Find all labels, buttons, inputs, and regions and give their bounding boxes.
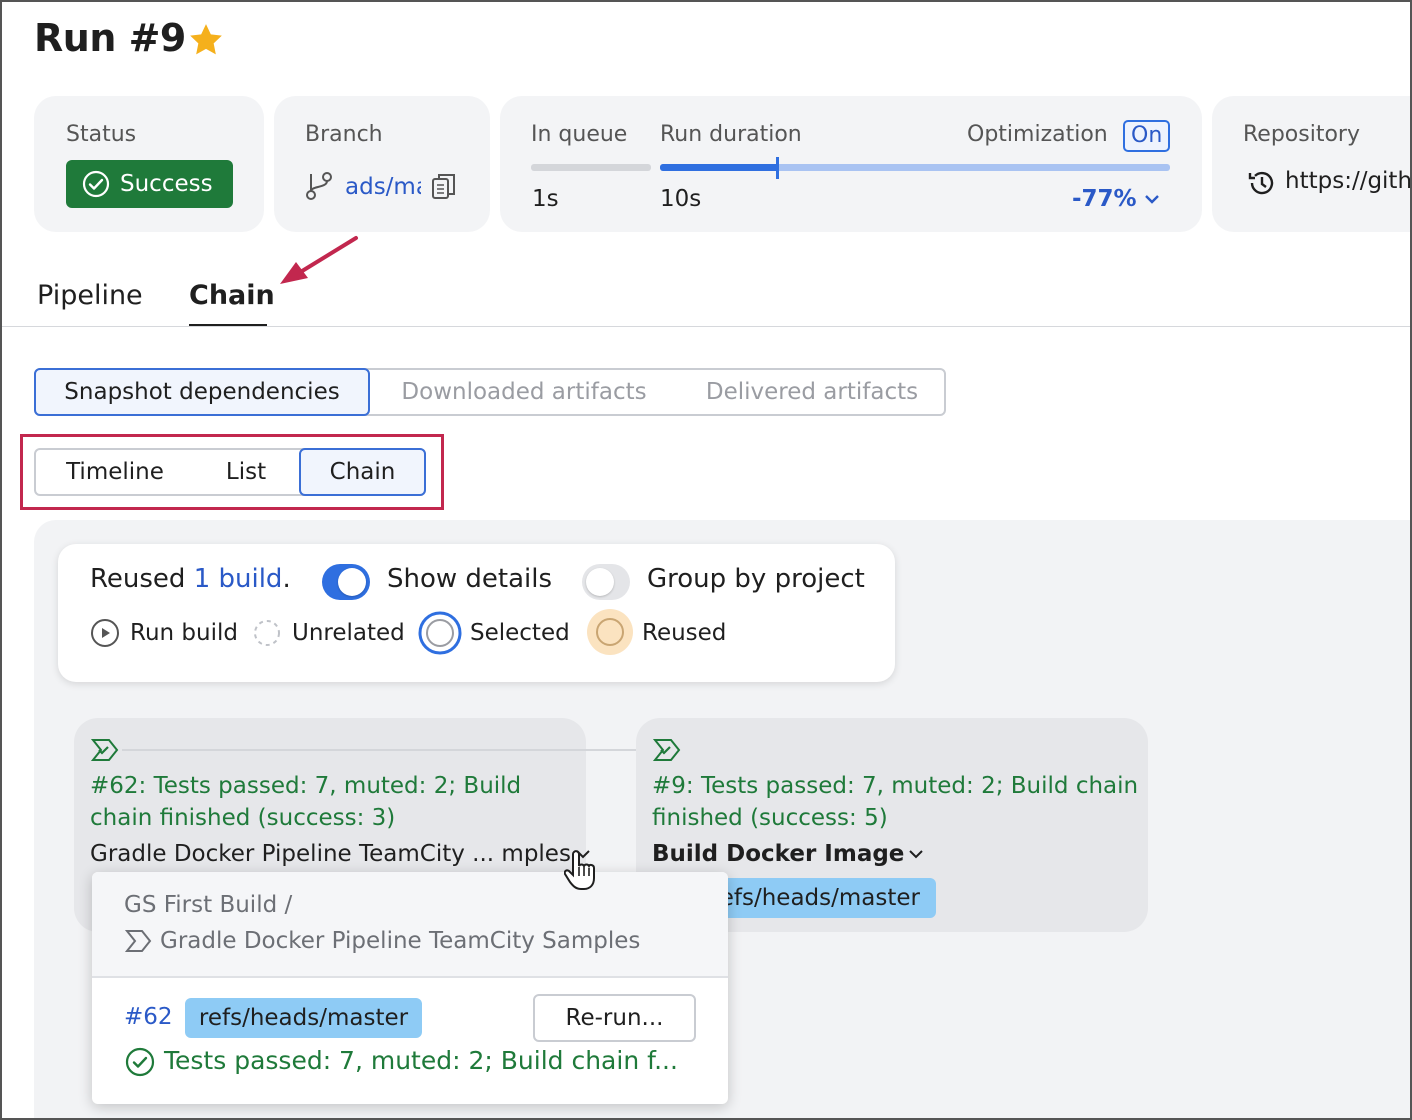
- in-queue-value: 1s: [532, 186, 559, 212]
- tab-pipeline[interactable]: Pipeline: [37, 280, 143, 311]
- reused-suffix: .: [282, 564, 291, 594]
- node-9-name-text: Build Docker Image: [652, 841, 905, 867]
- build-config-icon: [652, 739, 681, 761]
- branch-link[interactable]: ads/ma: [345, 174, 421, 200]
- node-connector: [122, 749, 654, 751]
- view-mode-switcher: Timeline List Chain: [34, 448, 426, 496]
- dependency-type-switcher: Snapshot dependencies Downloaded artifac…: [34, 368, 946, 416]
- repository-url[interactable]: https://gith: [1285, 168, 1410, 194]
- popup-header: [92, 872, 728, 978]
- branch-icon: [306, 172, 332, 200]
- selected-circle-icon: [418, 611, 462, 655]
- branch-card: [274, 96, 490, 232]
- tabs-divider: [0, 326, 1412, 327]
- node-62-status-line1: #62: Tests passed: 7, muted: 2; Build: [90, 773, 522, 799]
- node-62-status-line2: chain finished (success: 3): [90, 805, 396, 831]
- node-9-name[interactable]: Build Docker Image: [652, 838, 924, 870]
- status-badge: Success: [66, 160, 233, 208]
- status-text: Success: [120, 171, 213, 197]
- legend-selected: Selected: [470, 620, 570, 646]
- check-circle-icon: [125, 1047, 155, 1077]
- dashed-circle-icon: [254, 620, 280, 646]
- run-duration-label: Run duration: [660, 122, 802, 147]
- optimization-delta-value: -77%: [1072, 186, 1137, 212]
- show-details-label: Show details: [387, 564, 553, 594]
- group-by-project-label: Group by project: [647, 564, 865, 594]
- node-9-status-line2: finished (success: 5): [652, 805, 888, 831]
- node-62-name-text: Gradle Docker Pipeline TeamCity ... mple…: [90, 841, 571, 867]
- reused-prefix: Reused: [90, 564, 186, 594]
- node-9-branch-text: efs/heads/master: [719, 885, 920, 911]
- reused-builds-link[interactable]: 1 build: [194, 564, 283, 594]
- star-icon[interactable]: [186, 20, 226, 60]
- history-icon: [1248, 171, 1274, 195]
- view-list-tab[interactable]: List: [196, 450, 296, 494]
- node-9-status-line1: #9: Tests passed: 7, muted: 2; Build cha…: [652, 773, 1139, 799]
- node-9-branch-tag[interactable]: efs/heads/master: [700, 878, 936, 918]
- optimization-label: Optimization: [967, 122, 1108, 147]
- status-label: Status: [66, 122, 137, 147]
- delivered-artifacts-tab[interactable]: Delivered artifacts: [676, 370, 948, 414]
- tab-chain[interactable]: Chain: [189, 280, 275, 311]
- show-details-toggle[interactable]: [322, 564, 370, 600]
- copy-icon[interactable]: [430, 171, 458, 201]
- reused-circle-icon: [587, 609, 633, 655]
- popup-build-config[interactable]: Gradle Docker Pipeline TeamCity Samples: [160, 928, 640, 954]
- legend-run-build: Run build: [130, 620, 238, 646]
- in-queue-bar: [531, 164, 651, 171]
- optimization-toggle[interactable]: On: [1123, 120, 1171, 152]
- repository-label: Repository: [1243, 122, 1360, 147]
- chevron-down-icon: [1144, 195, 1159, 204]
- optimization-delta[interactable]: -77%: [1072, 186, 1161, 212]
- legend-unrelated: Unrelated: [292, 620, 405, 646]
- legend-reused: Reused: [642, 620, 727, 646]
- run-duration-marker: [776, 157, 779, 179]
- downloaded-artifacts-tab[interactable]: Downloaded artifacts: [381, 370, 667, 414]
- popup-branch-text: refs/heads/master: [198, 1005, 409, 1031]
- build-config-icon: [124, 930, 152, 952]
- snapshot-dependencies-tab[interactable]: Snapshot dependencies: [34, 368, 370, 416]
- popup-status-text[interactable]: Tests passed: 7, muted: 2; Build chain f…: [164, 1046, 678, 1075]
- group-by-project-toggle[interactable]: [582, 564, 630, 600]
- run-duration-bar-fill: [660, 164, 778, 171]
- view-timeline-tab[interactable]: Timeline: [50, 450, 180, 494]
- popup-branch-tag[interactable]: refs/heads/master: [185, 998, 422, 1038]
- in-queue-label: In queue: [531, 122, 628, 147]
- hand-cursor-icon: [564, 850, 595, 890]
- chevron-down-icon: [909, 850, 924, 859]
- popup-build-number[interactable]: #62: [124, 1004, 173, 1030]
- popup-project-path[interactable]: GS First Build /: [124, 892, 292, 918]
- play-circle-icon: [91, 619, 119, 647]
- rerun-button[interactable]: Re-run...: [533, 994, 696, 1042]
- annotation-arrow-icon: [280, 236, 358, 284]
- view-chain-tab[interactable]: Chain: [299, 448, 426, 496]
- run-duration-value: 10s: [660, 186, 702, 212]
- branch-label: Branch: [305, 122, 383, 147]
- reused-summary: Reused 1 build.: [90, 564, 291, 594]
- build-config-icon: [90, 739, 119, 761]
- page-title: Run #9: [34, 16, 186, 60]
- node-62-name[interactable]: Gradle Docker Pipeline TeamCity ... mple…: [90, 838, 591, 870]
- check-circle-icon: [82, 170, 110, 198]
- repository-card: [1212, 96, 1412, 232]
